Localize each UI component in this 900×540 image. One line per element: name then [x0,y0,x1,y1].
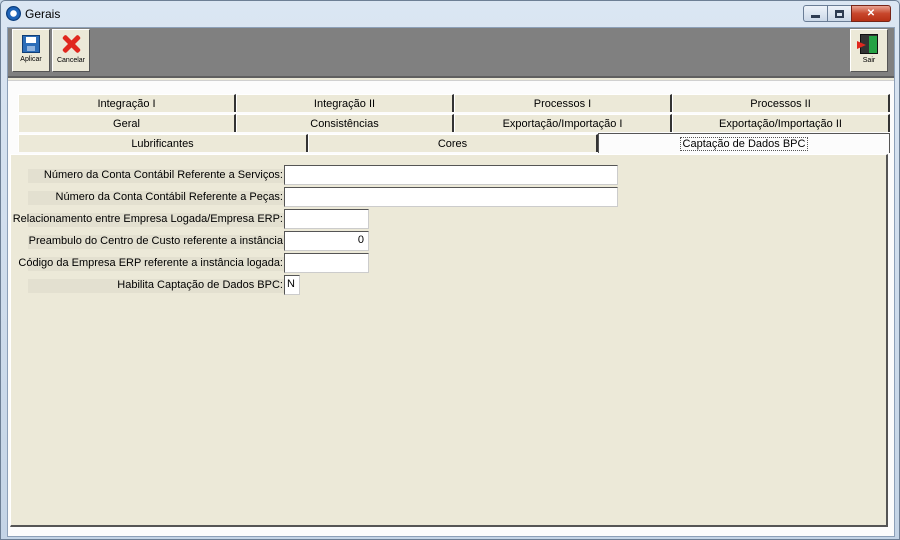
form-row-pecas: Número da Conta Contábil Referente a Peç… [11,187,283,207]
form-row-habilita: Habilita Captação de Dados BPC: [11,275,283,295]
habilita-input[interactable]: N [284,275,300,295]
close-icon: ✕ [866,8,876,19]
maximize-button[interactable] [827,5,852,22]
sair-button[interactable]: Sair [850,29,888,72]
conta-pecas-input[interactable] [284,187,618,207]
maximize-icon [835,9,844,18]
tab-lubrificantes[interactable]: Lubrificantes [18,134,308,152]
tab-geral[interactable]: Geral [18,114,236,132]
tab-consistencias[interactable]: Consistências [236,114,454,132]
save-disk-icon [22,35,40,53]
label-conta-pecas: Número da Conta Contábil Referente a Peç… [55,191,283,203]
tab-processos-ii[interactable]: Processos II [672,94,890,112]
sair-label: Sair [862,57,876,64]
cancelar-label: Cancelar [56,57,85,64]
tab-processos-i[interactable]: Processos I [454,94,672,112]
app-icon [6,6,21,21]
window-title: Gerais [25,7,61,21]
cancel-x-icon [61,34,81,54]
close-button[interactable]: ✕ [851,5,891,22]
toolbar: Aplicar Cancelar Sair [8,28,894,78]
exit-door-icon [857,34,878,54]
preambulo-input[interactable]: 0 [284,231,369,251]
label-preambulo: Preambulo do Centro de Custo referente a… [28,235,283,247]
tab-exportacao-importacao-i[interactable]: Exportação/Importação I [454,114,672,132]
minimize-button[interactable] [803,5,828,22]
tab-row-3: Lubrificantes Cores Captação de Dados BP… [18,133,890,153]
aplicar-label: Aplicar [20,56,42,63]
tab-captacao-dados-bpc[interactable]: Captação de Dados BPC [598,133,890,153]
label-relacionamento: Relacionamento entre Empresa Logada/Empr… [12,213,283,225]
cancelar-button[interactable]: Cancelar [52,29,90,72]
codigo-empresa-input[interactable] [284,253,369,273]
form-row-preambulo: Preambulo do Centro de Custo referente a… [11,231,283,251]
tab-content: Número da Conta Contábil Referente a Ser… [10,154,888,527]
label-conta-servicos: Número da Conta Contábil Referente a Ser… [43,169,283,181]
form-row-relacionamento: Relacionamento entre Empresa Logada/Empr… [11,209,283,229]
label-codigo-empresa: Código da Empresa ERP referente a instân… [18,257,283,269]
tab-integracao-ii[interactable]: Integração II [236,94,454,112]
form-row-servicos: Número da Conta Contábil Referente a Ser… [11,165,283,185]
tab-integracao-i[interactable]: Integração I [18,94,236,112]
tab-exportacao-importacao-ii[interactable]: Exportação/Importação II [672,114,890,132]
relacionamento-input[interactable] [284,209,369,229]
tab-cores[interactable]: Cores [308,134,598,152]
conta-servicos-input[interactable] [284,165,618,185]
form-row-codigo-empresa: Código da Empresa ERP referente a instân… [11,253,283,273]
minimize-icon [811,15,820,18]
window-controls: ✕ [803,5,891,23]
tab-row-2: Geral Consistências Exportação/Importaçã… [18,114,890,132]
label-habilita: Habilita Captação de Dados BPC: [117,279,283,291]
tab-row-1: Integração I Integração II Processos I P… [18,94,890,112]
aplicar-button[interactable]: Aplicar [12,29,50,72]
title-bar[interactable]: Gerais ✕ [1,1,899,27]
